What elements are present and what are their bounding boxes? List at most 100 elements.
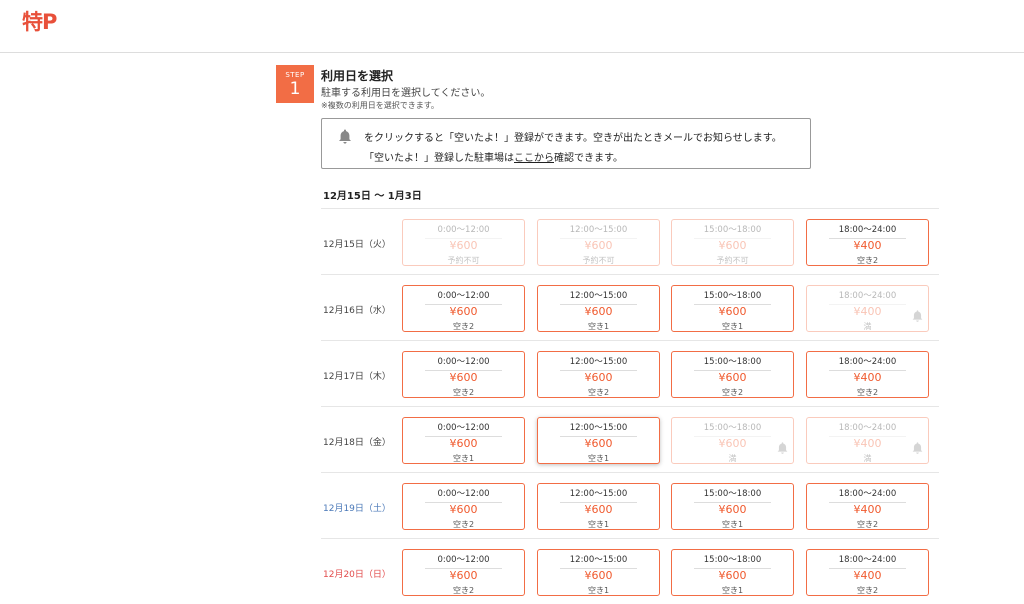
slot-time: 15:00〜18:00 xyxy=(694,487,771,503)
slot-time: 12:00〜15:00 xyxy=(560,355,637,371)
date-row: 12月19日（土） 0:00〜12:00 ¥600 空き2 12:00〜15:00 ¥60… xyxy=(321,472,939,538)
step-badge: STEP 1 xyxy=(276,65,314,103)
slot-time: 15:00〜18:00 xyxy=(694,421,771,437)
date-label: 12月19日（土） xyxy=(323,504,391,514)
logo-text: 特P xyxy=(22,10,57,34)
slot-time: 12:00〜15:00 xyxy=(560,289,637,305)
registered-list-link[interactable]: ここから xyxy=(514,153,554,164)
info-line-2-pre: 「空いたよ！」登録した駐車場は xyxy=(364,153,514,164)
slot-status: 空き1 xyxy=(587,322,610,331)
time-slot-button[interactable]: 12:00〜15:00 ¥600 空き1 xyxy=(537,417,660,464)
site-header: 特P xyxy=(0,0,1024,53)
slot-price: ¥400 xyxy=(853,305,882,318)
notify-info-box: をクリックすると「空いたよ！」登録ができます。空きが出たときメールでお知らせしま… xyxy=(321,118,811,169)
date-row: 12月17日（木） 0:00〜12:00 ¥600 空き2 12:00〜15:00 ¥60… xyxy=(321,340,939,406)
slot-time: 0:00〜12:00 xyxy=(425,289,502,305)
time-slot-button[interactable]: 18:00〜24:00 ¥400 空き2 xyxy=(806,549,929,596)
slot-status: 空き1 xyxy=(721,322,744,331)
date-row: 12月18日（金） 0:00〜12:00 ¥600 空き1 12:00〜15:00 ¥60… xyxy=(321,406,939,472)
time-slot-button[interactable]: 15:00〜18:00 ¥600 空き1 xyxy=(671,285,794,332)
info-line-1: をクリックすると「空いたよ！」登録ができます。空きが出たときメールでお知らせしま… xyxy=(364,133,782,144)
section-description: 駐車する利用日を選択してください。 xyxy=(321,88,491,99)
slot-time: 15:00〜18:00 xyxy=(694,553,771,569)
notify-bell-icon[interactable] xyxy=(911,309,924,323)
time-slot-button[interactable]: 18:00〜24:00 ¥400 空き2 xyxy=(806,483,929,530)
slot-price: ¥600 xyxy=(718,305,747,318)
slot-status: 空き2 xyxy=(721,388,744,397)
slot-time: 18:00〜24:00 xyxy=(829,355,906,371)
time-slot-button[interactable]: 0:00〜12:00 ¥600 空き2 xyxy=(402,285,525,332)
info-line-2-post: 確認できます。 xyxy=(554,153,623,164)
slot-status: 空き2 xyxy=(856,388,879,397)
slot-time: 12:00〜15:00 xyxy=(560,487,637,503)
time-slot-button[interactable]: 18:00〜24:00 ¥400 空き2 xyxy=(806,351,929,398)
notify-bell-icon[interactable] xyxy=(911,441,924,455)
slot-time: 15:00〜18:00 xyxy=(694,355,771,371)
date-row: 12月15日（火） 0:00〜12:00 ¥600 予約不可 12:00〜15:00 ¥6… xyxy=(321,208,939,274)
slot-price: ¥600 xyxy=(584,371,613,384)
date-label: 12月16日（水） xyxy=(323,306,391,316)
slot-time: 12:00〜15:00 xyxy=(560,223,637,239)
slot-status: 空き1 xyxy=(587,520,610,529)
logo[interactable]: 特P xyxy=(22,10,57,34)
slot-time: 0:00〜12:00 xyxy=(425,553,502,569)
time-slot-button: 18:00〜24:00 ¥400 満 xyxy=(806,417,929,464)
slot-status: 空き1 xyxy=(587,586,610,595)
time-slot-button[interactable]: 15:00〜18:00 ¥600 空き2 xyxy=(671,351,794,398)
slot-time: 12:00〜15:00 xyxy=(560,553,637,569)
bell-icon xyxy=(337,128,353,145)
time-slot-button[interactable]: 18:00〜24:00 ¥400 空き2 xyxy=(806,219,929,266)
time-slot-button[interactable]: 0:00〜12:00 ¥600 空き2 xyxy=(402,549,525,596)
slot-time: 15:00〜18:00 xyxy=(694,223,771,239)
date-label: 12月15日（火） xyxy=(323,240,391,250)
slot-status: 空き2 xyxy=(452,586,475,595)
notify-bell-icon[interactable] xyxy=(776,441,789,455)
time-slot-button[interactable]: 12:00〜15:00 ¥600 空き2 xyxy=(537,351,660,398)
time-slot-button: 18:00〜24:00 ¥400 満 xyxy=(806,285,929,332)
slot-time: 0:00〜12:00 xyxy=(425,421,502,437)
step-label: STEP xyxy=(285,71,305,79)
time-slot-button[interactable]: 12:00〜15:00 ¥600 空き1 xyxy=(537,549,660,596)
slot-price: ¥600 xyxy=(449,503,478,516)
slot-status: 空き1 xyxy=(721,586,744,595)
time-slot-button[interactable]: 12:00〜15:00 ¥600 空き1 xyxy=(537,483,660,530)
slot-price: ¥400 xyxy=(853,569,882,582)
time-slot-button[interactable]: 0:00〜12:00 ¥600 空き2 xyxy=(402,483,525,530)
date-range: 12月15日 〜 1月3日 xyxy=(323,191,422,202)
slot-status: 空き1 xyxy=(452,454,475,463)
date-label: 12月17日（木） xyxy=(323,372,391,382)
slot-price: ¥400 xyxy=(853,437,882,450)
slot-status: 満 xyxy=(728,454,737,463)
slot-status: 空き2 xyxy=(452,322,475,331)
slot-price: ¥600 xyxy=(584,569,613,582)
slot-price: ¥600 xyxy=(449,239,478,252)
time-slot-button[interactable]: 0:00〜12:00 ¥600 空き2 xyxy=(402,351,525,398)
section-title: 利用日を選択 xyxy=(321,69,394,83)
time-slot-button[interactable]: 0:00〜12:00 ¥600 空き1 xyxy=(402,417,525,464)
date-label: 12月20日（日） xyxy=(323,570,391,580)
slot-price: ¥600 xyxy=(584,437,613,450)
slot-price: ¥600 xyxy=(584,305,613,318)
slot-status: 空き2 xyxy=(452,520,475,529)
slot-price: ¥400 xyxy=(853,371,882,384)
time-slot-button[interactable]: 15:00〜18:00 ¥600 空き1 xyxy=(671,483,794,530)
time-slot-button: 15:00〜18:00 ¥600 満 xyxy=(671,417,794,464)
slot-time: 0:00〜12:00 xyxy=(425,487,502,503)
slot-price: ¥600 xyxy=(718,239,747,252)
slot-price: ¥600 xyxy=(584,239,613,252)
time-slot-button: 0:00〜12:00 ¥600 予約不可 xyxy=(402,219,525,266)
slot-time: 18:00〜24:00 xyxy=(829,487,906,503)
slot-price: ¥400 xyxy=(853,503,882,516)
date-label: 12月18日（金） xyxy=(323,438,391,448)
slot-time: 18:00〜24:00 xyxy=(829,553,906,569)
slot-status: 空き1 xyxy=(721,520,744,529)
slot-status: 予約不可 xyxy=(716,256,749,265)
section-note: ※複数の利用日を選択できます。 xyxy=(321,101,439,110)
time-slot-button[interactable]: 12:00〜15:00 ¥600 空き1 xyxy=(537,285,660,332)
time-slot-button[interactable]: 15:00〜18:00 ¥600 空き1 xyxy=(671,549,794,596)
slot-status: 満 xyxy=(863,454,872,463)
slot-price: ¥600 xyxy=(449,371,478,384)
slot-price: ¥600 xyxy=(449,437,478,450)
slot-price: ¥600 xyxy=(718,503,747,516)
slot-time: 0:00〜12:00 xyxy=(425,355,502,371)
